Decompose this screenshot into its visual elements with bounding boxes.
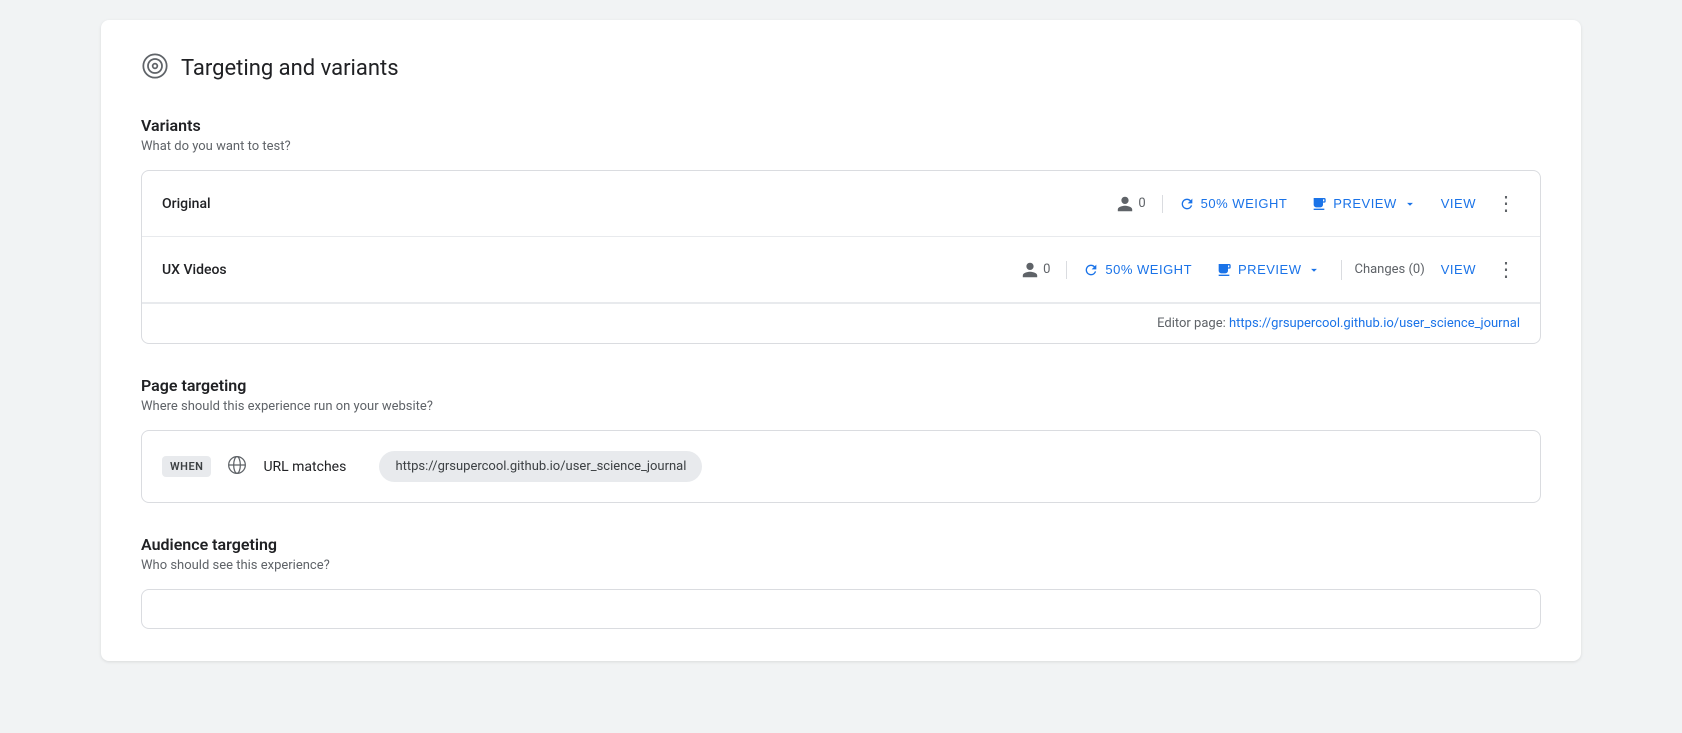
preview-label-original: PREVIEW <box>1333 196 1396 211</box>
editor-page-label: Editor page: <box>1157 316 1226 331</box>
variants-section: Variants What do you want to test? Origi… <box>141 116 1541 344</box>
variant-row-ux-videos: UX Videos 0 50% WEIGHT <box>142 237 1540 303</box>
variant-row-original: Original 0 50% WEIGHT <box>142 171 1540 237</box>
audience-targeting-section: Audience targeting Who should see this e… <box>141 535 1541 629</box>
user-count-ux-videos-value: 0 <box>1043 262 1050 277</box>
variant-name-ux-videos: UX Videos <box>162 262 1005 278</box>
weight-button-original[interactable]: 50% WEIGHT <box>1171 192 1296 216</box>
target-icon <box>141 52 169 84</box>
weight-button-ux-videos[interactable]: 50% WEIGHT <box>1075 258 1200 282</box>
page-targeting-card: WHEN URL matches https://grsupercool.git… <box>141 430 1541 503</box>
variants-card: Original 0 50% WEIGHT <box>141 170 1541 344</box>
page-header: Targeting and variants <box>141 52 1541 84</box>
changes-label-ux-videos: Changes (0) <box>1354 262 1424 277</box>
page-container: Targeting and variants Variants What do … <box>101 20 1581 661</box>
when-badge: WHEN <box>162 456 211 477</box>
weight-label-ux-videos: 50% WEIGHT <box>1105 262 1192 277</box>
audience-targeting-subtitle: Who should see this experience? <box>141 558 1541 573</box>
audience-targeting-title: Audience targeting <box>141 535 1541 554</box>
preview-button-ux-videos[interactable]: PREVIEW <box>1208 258 1329 282</box>
targeting-row: WHEN URL matches https://grsupercool.git… <box>162 451 1520 482</box>
page-targeting-title: Page targeting <box>141 376 1541 395</box>
user-count-original-value: 0 <box>1138 196 1145 211</box>
user-count-original: 0 <box>1116 195 1162 213</box>
audience-card-stub <box>141 589 1541 629</box>
variant-actions-original: 0 50% WEIGHT PREVIEW <box>1116 187 1520 220</box>
view-button-original[interactable]: VIEW <box>1433 192 1484 215</box>
variant-actions-ux-videos: 0 50% WEIGHT PREVIEW <box>1021 253 1520 286</box>
variants-subtitle: What do you want to test? <box>141 139 1541 154</box>
preview-label-ux-videos: PREVIEW <box>1238 262 1301 277</box>
weight-label-original: 50% WEIGHT <box>1201 196 1288 211</box>
view-button-ux-videos[interactable]: VIEW <box>1433 258 1484 281</box>
page-targeting-section: Page targeting Where should this experie… <box>141 376 1541 503</box>
editor-page-row: Editor page: https://grsupercool.github.… <box>142 303 1540 343</box>
more-button-original[interactable]: ⋮ <box>1492 187 1520 220</box>
preview-button-original[interactable]: PREVIEW <box>1303 192 1424 216</box>
more-button-ux-videos[interactable]: ⋮ <box>1492 253 1520 286</box>
globe-icon <box>227 455 247 479</box>
variants-title: Variants <box>141 116 1541 135</box>
variant-name-original: Original <box>162 196 1100 212</box>
page-targeting-subtitle: Where should this experience run on your… <box>141 399 1541 414</box>
page-title: Targeting and variants <box>181 56 399 81</box>
url-matches-label: URL matches <box>263 459 363 475</box>
url-value-pill: https://grsupercool.github.io/user_scien… <box>379 451 702 482</box>
user-count-ux-videos: 0 <box>1021 261 1067 279</box>
separator <box>1341 260 1342 280</box>
editor-page-link[interactable]: https://grsupercool.github.io/user_scien… <box>1229 316 1520 331</box>
